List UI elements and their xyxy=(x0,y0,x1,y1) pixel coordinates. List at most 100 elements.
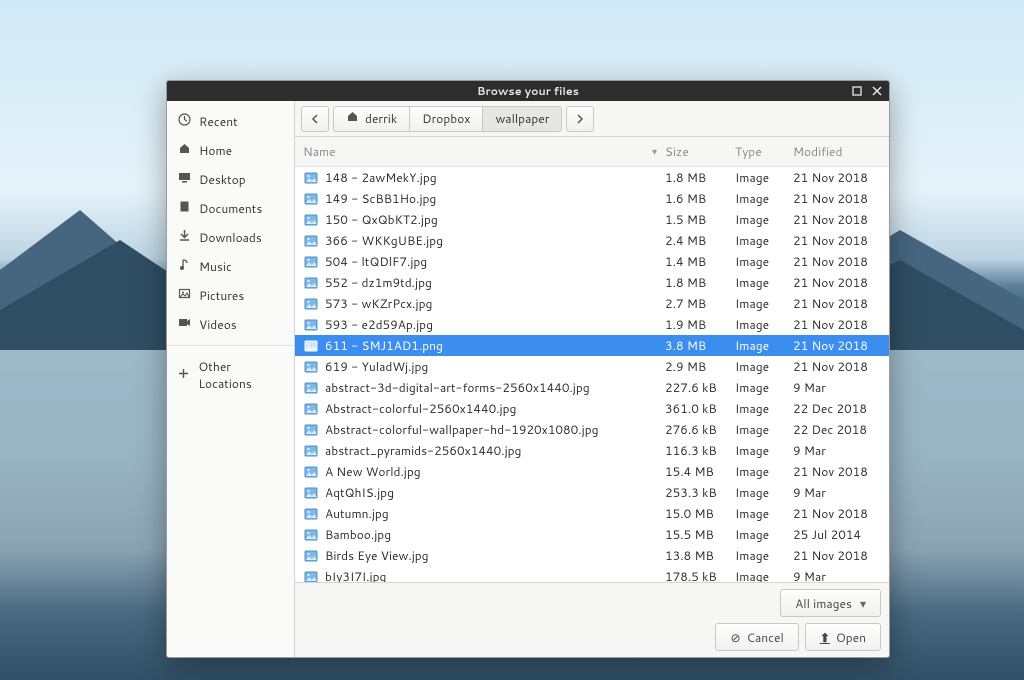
open-icon: ⬆ xyxy=(820,629,830,646)
cancel-icon: ⊘ xyxy=(730,629,740,646)
video-icon xyxy=(177,316,191,333)
file-row[interactable]: AqtQhIS.jpg253.3 kBImage9 Mar xyxy=(295,482,889,503)
download-icon xyxy=(177,229,191,246)
sidebar-item-documents[interactable]: Documents xyxy=(167,194,294,223)
maximize-icon[interactable] xyxy=(851,85,863,97)
image-file-icon xyxy=(303,528,319,542)
columns-header: Name ▾ Size Type Modified xyxy=(295,137,889,167)
file-row[interactable]: Autumn.jpg15.0 MBImage21 Nov 2018 xyxy=(295,503,889,524)
file-name: 573 - wKZrPcx.jpg xyxy=(325,295,665,312)
file-row[interactable]: A New World.jpg15.4 MBImage21 Nov 2018 xyxy=(295,461,889,482)
image-file-icon xyxy=(303,486,319,500)
file-row[interactable]: Birds Eye View.jpg13.8 MBImage21 Nov 201… xyxy=(295,545,889,566)
file-row[interactable]: 149 - ScBB1Ho.jpg1.6 MBImage21 Nov 2018 xyxy=(295,188,889,209)
file-size: 15.5 MB xyxy=(665,526,735,543)
image-file-icon xyxy=(303,549,319,563)
file-type: Image xyxy=(735,358,793,375)
pictures-icon xyxy=(177,287,191,304)
file-modified: 21 Nov 2018 xyxy=(793,337,881,354)
sidebar-item-desktop[interactable]: Desktop xyxy=(167,165,294,194)
sidebar-item-label: Pictures xyxy=(199,287,244,304)
file-name: 552 - dz1m9td.jpg xyxy=(325,274,665,291)
file-row[interactable]: 611 - SMJ1AD1.png3.8 MBImage21 Nov 2018 xyxy=(295,335,889,356)
file-row[interactable]: 148 - 2awMekY.jpg1.8 MBImage21 Nov 2018 xyxy=(295,167,889,188)
file-modified: 21 Nov 2018 xyxy=(793,295,881,312)
file-type: Image xyxy=(735,316,793,333)
back-button[interactable] xyxy=(301,106,329,132)
file-row[interactable]: bIy3I7I.jpg178.5 kBImage9 Mar xyxy=(295,566,889,582)
file-size: 2.7 MB xyxy=(665,295,735,312)
open-button[interactable]: ⬆ Open xyxy=(805,623,881,651)
chevron-right-icon xyxy=(575,114,585,124)
file-list[interactable]: 148 - 2awMekY.jpg1.8 MBImage21 Nov 20181… xyxy=(295,167,889,582)
column-header-name[interactable]: Name ▾ xyxy=(303,143,665,160)
file-size: 178.5 kB xyxy=(665,568,735,582)
sidebar-item-music[interactable]: Music xyxy=(167,252,294,281)
music-icon xyxy=(177,258,191,275)
file-size: 361.0 kB xyxy=(665,400,735,417)
file-type-filter[interactable]: All images ▾ xyxy=(780,589,881,617)
file-type: Image xyxy=(735,274,793,291)
chevron-left-icon xyxy=(310,114,320,124)
file-row[interactable]: 366 - WKKgUBE.jpg2.4 MBImage21 Nov 2018 xyxy=(295,230,889,251)
file-size: 227.6 kB xyxy=(665,379,735,396)
image-file-icon xyxy=(303,360,319,374)
sidebar-item-label: Other Locations xyxy=(198,358,284,392)
breadcrumb-overflow-button[interactable] xyxy=(566,106,594,132)
file-modified: 21 Nov 2018 xyxy=(793,253,881,270)
file-row[interactable]: 504 - ltQDlF7.jpg1.4 MBImage21 Nov 2018 xyxy=(295,251,889,272)
file-row[interactable]: 593 - e2d59Ap.jpg1.9 MBImage21 Nov 2018 xyxy=(295,314,889,335)
breadcrumb-segment[interactable]: derrik xyxy=(333,106,409,132)
column-header-size[interactable]: Size xyxy=(665,143,735,160)
file-modified: 21 Nov 2018 xyxy=(793,211,881,228)
file-size: 2.4 MB xyxy=(665,232,735,249)
file-row[interactable]: Abstract-colorful-wallpaper-hd-1920x1080… xyxy=(295,419,889,440)
file-name: Autumn.jpg xyxy=(325,505,665,522)
footer: All images ▾ ⊘ Cancel ⬆ Open xyxy=(295,582,889,657)
sidebar-item-videos[interactable]: Videos xyxy=(167,310,294,339)
file-name: Abstract-colorful-wallpaper-hd-1920x1080… xyxy=(325,421,665,438)
file-row[interactable]: 552 - dz1m9td.jpg1.8 MBImage21 Nov 2018 xyxy=(295,272,889,293)
image-file-icon xyxy=(303,234,319,248)
file-modified: 9 Mar xyxy=(793,379,881,396)
docs-icon xyxy=(177,200,191,217)
file-row[interactable]: abstract_pyramids-2560x1440.jpg116.3 kBI… xyxy=(295,440,889,461)
file-size: 3.8 MB xyxy=(665,337,735,354)
file-size: 1.8 MB xyxy=(665,274,735,291)
column-header-type[interactable]: Type xyxy=(735,143,793,160)
file-size: 276.6 kB xyxy=(665,421,735,438)
image-file-icon xyxy=(303,297,319,311)
file-row[interactable]: 619 - YuladWj.jpg2.9 MBImage21 Nov 2018 xyxy=(295,356,889,377)
sidebar-item-downloads[interactable]: Downloads xyxy=(167,223,294,252)
sidebar-item-pictures[interactable]: Pictures xyxy=(167,281,294,310)
cancel-button[interactable]: ⊘ Cancel xyxy=(715,623,798,651)
file-type: Image xyxy=(735,484,793,501)
image-file-icon xyxy=(303,213,319,227)
file-row[interactable]: Abstract-colorful-2560x1440.jpg361.0 kBI… xyxy=(295,398,889,419)
file-modified: 21 Nov 2018 xyxy=(793,316,881,333)
image-file-icon xyxy=(303,192,319,206)
sidebar-item-home[interactable]: Home xyxy=(167,136,294,165)
breadcrumb-segment[interactable]: wallpaper xyxy=(482,106,562,132)
file-row[interactable]: 573 - wKZrPcx.jpg2.7 MBImage21 Nov 2018 xyxy=(295,293,889,314)
file-size: 1.4 MB xyxy=(665,253,735,270)
file-row[interactable]: Bamboo.jpg15.5 MBImage25 Jul 2014 xyxy=(295,524,889,545)
chevron-down-icon: ▾ xyxy=(860,595,866,612)
sidebar-item-recent[interactable]: Recent xyxy=(167,107,294,136)
sidebar-item-other-locations[interactable]: Other Locations xyxy=(167,352,294,398)
close-icon[interactable] xyxy=(871,85,883,97)
column-header-modified[interactable]: Modified xyxy=(793,143,881,160)
image-file-icon xyxy=(303,507,319,521)
file-chooser-window: Browse your files RecentHomeDesktopDocum… xyxy=(166,80,890,658)
file-size: 15.4 MB xyxy=(665,463,735,480)
file-size: 1.9 MB xyxy=(665,316,735,333)
image-file-icon xyxy=(303,402,319,416)
file-name: 619 - YuladWj.jpg xyxy=(325,358,665,375)
file-type: Image xyxy=(735,169,793,186)
file-type: Image xyxy=(735,568,793,582)
breadcrumb-segment[interactable]: Dropbox xyxy=(409,106,482,132)
file-row[interactable]: abstract-3d-digital-art-forms-2560x1440.… xyxy=(295,377,889,398)
file-row[interactable]: 150 - QxQbKT2.jpg1.5 MBImage21 Nov 2018 xyxy=(295,209,889,230)
file-type: Image xyxy=(735,379,793,396)
plus-icon xyxy=(177,367,190,384)
